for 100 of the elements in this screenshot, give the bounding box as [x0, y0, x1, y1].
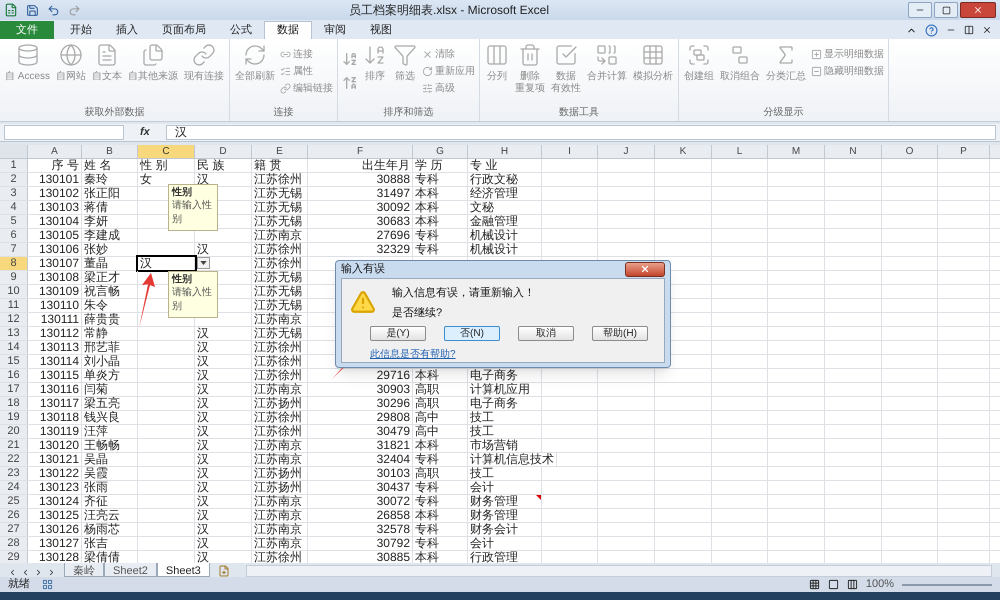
last-sheet-icon[interactable]	[47, 568, 56, 577]
row-header[interactable]: 3	[0, 187, 28, 200]
table-cell[interactable]: 130110	[28, 299, 82, 312]
table-cell[interactable]: 汉	[195, 327, 252, 340]
table-cell[interactable]: 江苏南京	[252, 453, 308, 466]
zoom-level[interactable]: 100%	[866, 576, 894, 593]
sheet-tab[interactable]: Sheet3	[156, 563, 210, 577]
table-cell[interactable]: 130104	[28, 215, 82, 228]
table-cell[interactable]: 专科	[413, 481, 468, 494]
ribbon-tab[interactable]: 开始	[58, 21, 104, 39]
column-header[interactable]: J	[598, 145, 655, 158]
table-cell[interactable]: 30903	[308, 383, 413, 396]
table-cell[interactable]: 江苏南京	[252, 439, 308, 452]
column-header[interactable]: P	[938, 145, 990, 158]
table-cell[interactable]: 高职	[413, 397, 468, 410]
table-cell[interactable]: 130120	[28, 439, 82, 452]
table-cell[interactable]: 本科	[413, 215, 468, 228]
table-cell[interactable]: 汉	[195, 341, 252, 354]
close-button[interactable]	[625, 262, 665, 277]
table-cell[interactable]: 130106	[28, 243, 82, 256]
table-cell[interactable]: 梁正才	[82, 271, 138, 284]
table-cell[interactable]: 江苏徐州	[252, 173, 308, 186]
table-cell[interactable]: 130108	[28, 271, 82, 284]
table-cell[interactable]: 秦玲	[82, 173, 138, 186]
row-header[interactable]: 27	[0, 523, 28, 536]
table-cell[interactable]: 常静	[82, 327, 138, 340]
table-cell[interactable]: 130109	[28, 285, 82, 298]
row-header[interactable]: 19	[0, 411, 28, 424]
table-cell[interactable]: 钱兴良	[82, 411, 138, 424]
table-cell[interactable]: 江苏无锡	[252, 187, 308, 200]
insert-sheet-icon[interactable]	[218, 565, 230, 577]
column-header[interactable]: G	[413, 145, 468, 158]
table-cell[interactable]: 经济管理	[468, 187, 542, 200]
ribbon-tab[interactable]: 公式	[218, 21, 264, 39]
dialog-button[interactable]: 帮助(H)	[592, 326, 648, 340]
table-cell[interactable]: 汉	[195, 355, 252, 368]
table-cell[interactable]: 刘小晶	[82, 355, 138, 368]
table-cell[interactable]: 江苏无锡	[252, 327, 308, 340]
table-cell[interactable]: 机械设计	[468, 243, 542, 256]
table-cell[interactable]: 29808	[308, 411, 413, 424]
table-cell[interactable]: 市场营销	[468, 439, 542, 452]
row-header[interactable]: 12	[0, 313, 28, 326]
ribbon-tab[interactable]: 数据	[264, 21, 312, 39]
table-cell[interactable]: 本科	[413, 509, 468, 522]
table-cell[interactable]: 汉	[195, 467, 252, 480]
table-cell[interactable]: 高中	[413, 425, 468, 438]
table-cell[interactable]: 薛贵贵	[82, 313, 138, 326]
dialog-button[interactable]: 是(Y)	[370, 326, 426, 340]
row-header[interactable]: 2	[0, 173, 28, 186]
list-dropdown[interactable]	[197, 257, 210, 269]
table-cell[interactable]: 机械设计	[468, 229, 542, 242]
table-cell[interactable]: 李妍	[82, 215, 138, 228]
table-cell[interactable]: 财务管理	[468, 495, 542, 508]
table-cell[interactable]: 130122	[28, 467, 82, 480]
table-cell[interactable]: 30683	[308, 215, 413, 228]
row-header[interactable]: 22	[0, 453, 28, 466]
row-header[interactable]: 15	[0, 355, 28, 368]
table-cell[interactable]: 汉	[195, 495, 252, 508]
previous-sheet-icon[interactable]	[21, 568, 30, 577]
row-header[interactable]: 1	[0, 159, 28, 172]
table-cell[interactable]: 江苏扬州	[252, 397, 308, 410]
row-header[interactable]: 21	[0, 439, 28, 452]
table-cell[interactable]: 江苏无锡	[252, 201, 308, 214]
table-cell[interactable]: 江苏南京	[252, 537, 308, 550]
table-cell[interactable]: 130107	[28, 257, 82, 270]
table-cell[interactable]: 江苏南京	[252, 523, 308, 536]
column-header[interactable]: H	[468, 145, 542, 158]
table-cell[interactable]: 学 历	[413, 159, 468, 172]
table-cell[interactable]: 江苏南京	[252, 313, 308, 326]
table-cell[interactable]: 江苏无锡	[252, 271, 308, 284]
table-cell[interactable]: 王畅畅	[82, 439, 138, 452]
table-cell[interactable]: 祝言畅	[82, 285, 138, 298]
table-cell[interactable]: 会计	[468, 537, 542, 550]
table-cell[interactable]: 技工	[468, 425, 542, 438]
row-header[interactable]: 11	[0, 299, 28, 312]
table-cell[interactable]: 30092	[308, 201, 413, 214]
table-cell[interactable]: 蒋倩	[82, 201, 138, 214]
table-cell[interactable]: 130126	[28, 523, 82, 536]
table-cell[interactable]: 汪亮云	[82, 509, 138, 522]
table-cell[interactable]: 汉	[195, 523, 252, 536]
table-cell[interactable]: 汉	[195, 369, 252, 382]
table-cell[interactable]: 齐征	[82, 495, 138, 508]
column-header[interactable]: M	[768, 145, 825, 158]
restore-icon[interactable]	[964, 25, 974, 35]
table-cell[interactable]: 高职	[413, 383, 468, 396]
table-cell[interactable]: 专科	[413, 229, 468, 242]
table-cell[interactable]: 130105	[28, 229, 82, 242]
table-cell[interactable]: 吴晶	[82, 453, 138, 466]
page-layout-icon[interactable]	[828, 579, 839, 590]
table-cell[interactable]: 江苏南京	[252, 495, 308, 508]
table-cell[interactable]: 财务会计	[468, 523, 542, 536]
formula-field[interactable]: 汉	[166, 125, 996, 140]
table-cell[interactable]: 董晶	[82, 257, 138, 270]
table-cell[interactable]: 李建成	[82, 229, 138, 242]
table-cell[interactable]: 梁五亮	[82, 397, 138, 410]
table-cell[interactable]: 30479	[308, 425, 413, 438]
column-header[interactable]: K	[655, 145, 712, 158]
table-cell[interactable]: 籍 贯	[252, 159, 308, 172]
table-cell[interactable]: 专科	[413, 495, 468, 508]
table-cell[interactable]: 江苏扬州	[252, 467, 308, 480]
